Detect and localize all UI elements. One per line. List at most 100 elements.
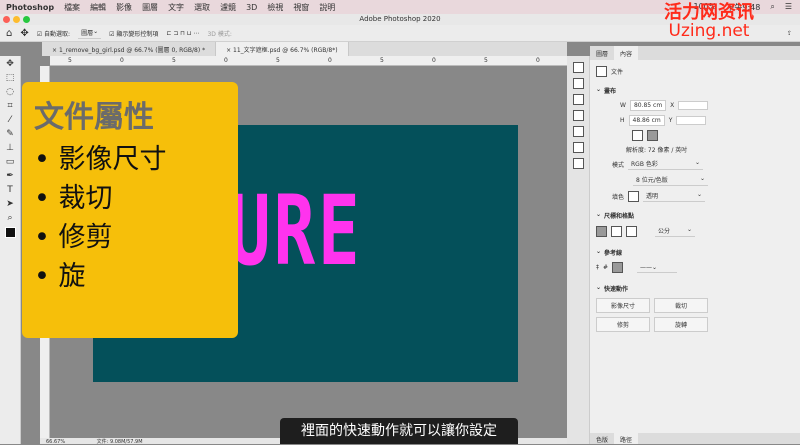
width-field[interactable]: 80.85 cm: [629, 100, 667, 111]
menu-window[interactable]: 視窗: [293, 2, 309, 13]
adjustments-icon[interactable]: [572, 94, 584, 105]
styles-icon[interactable]: [572, 158, 584, 169]
foreground-color-swatch[interactable]: [4, 227, 16, 238]
window-title: Adobe Photoshop 2020: [359, 15, 441, 23]
menu-select[interactable]: 選取: [194, 2, 210, 13]
pen-tool-icon[interactable]: ✒: [6, 171, 14, 181]
doc-size: 文件: 9.08M/57.9M: [96, 439, 143, 445]
horizontal-ruler: 5 0 5 0 5 0 5 0 5 0: [50, 56, 567, 66]
properties-panel: 圖層 內容 文件 ⌄ 畫布 W 80.85 cm X H 48.86 cm Y 解析度: …: [590, 46, 800, 444]
h-label: H: [620, 117, 625, 124]
x-label: X: [670, 102, 675, 109]
align-icons[interactable]: ⊏ ⊐ ⊓ ⊔ ⋯: [166, 30, 199, 37]
ruler-icon[interactable]: [596, 225, 607, 237]
lasso-tool-icon[interactable]: ◌: [6, 87, 14, 97]
eyedropper-tool-icon[interactable]: ⁄: [9, 115, 11, 125]
canvas-section[interactable]: ⌄ 畫布: [590, 83, 800, 98]
ruler-tick-label: 0: [224, 57, 228, 64]
show-transform-checkbox[interactable]: ☑ 顯示變形控制項: [109, 29, 158, 38]
x-field[interactable]: [678, 101, 709, 110]
lock-guides-icon[interactable]: #: [603, 264, 608, 271]
layers-icon[interactable]: [572, 78, 584, 89]
crop-tool-icon[interactable]: ⌗: [7, 101, 12, 111]
close-window-button[interactable]: [3, 16, 10, 23]
menu-app[interactable]: Photoshop: [6, 3, 54, 12]
ruler-tick-label: 0: [536, 57, 540, 64]
watermark-logo: 活力网资讯 Uzing.net: [664, 2, 754, 41]
fill-select[interactable]: 透明 ⌄: [643, 190, 706, 202]
history-icon[interactable]: [572, 62, 584, 73]
brush-tool-icon[interactable]: ✎: [6, 129, 14, 139]
tab-properties[interactable]: 內容: [614, 46, 639, 60]
menu-file[interactable]: 檔案: [64, 2, 80, 13]
gradient-tool-icon[interactable]: ▭: [6, 157, 15, 167]
card-item: • 修剪: [34, 222, 113, 253]
ruler-tick-label: 5: [484, 57, 488, 64]
panel-icon-strip: [567, 56, 590, 444]
guides-icon[interactable]: ‡: [596, 264, 599, 271]
guides-section[interactable]: ⌄ 參考線: [590, 245, 800, 260]
fill-swatch[interactable]: [628, 190, 640, 202]
menu-layer[interactable]: 圖層: [142, 2, 158, 13]
share-icon[interactable]: ⇪: [787, 30, 792, 37]
minimize-window-button[interactable]: [13, 16, 20, 23]
image-size-button[interactable]: 影像尺寸: [596, 298, 650, 313]
mode-select[interactable]: RGB 色彩 ⌄: [628, 158, 704, 170]
card-heading: 文件屬性: [34, 100, 154, 135]
layer-select[interactable]: 圖層 ⌄: [78, 27, 102, 39]
menu-edit[interactable]: 編輯: [90, 2, 106, 13]
zoom-level[interactable]: 66.67%: [46, 439, 65, 445]
menu-3d[interactable]: 3D: [246, 3, 257, 12]
marquee-tool-icon[interactable]: ⬚: [6, 73, 15, 83]
ruler-tick-label: 5: [68, 57, 72, 64]
swatches-icon[interactable]: [572, 110, 584, 121]
ruler-tick-label: 0: [328, 57, 332, 64]
menu-filter[interactable]: 濾鏡: [220, 2, 236, 13]
rotate-button[interactable]: 旋轉: [654, 317, 708, 332]
channels-icon[interactable]: [572, 142, 584, 153]
search-icon[interactable]: ⌕: [770, 2, 774, 13]
maximize-window-button[interactable]: [23, 16, 30, 23]
w-label: W: [620, 102, 626, 109]
height-field[interactable]: 48.86 cm: [628, 115, 665, 126]
move-tool-icon[interactable]: ✥: [6, 59, 14, 69]
smart-guides-icon[interactable]: [612, 262, 624, 273]
tab-text-mask[interactable]: × 11_文字遮框.psd @ 66.7% (RGB/8*): [216, 42, 349, 56]
y-field[interactable]: [676, 116, 707, 125]
grid-icon[interactable]: [611, 225, 622, 237]
portrait-icon[interactable]: [632, 130, 643, 141]
zoom-tool-icon[interactable]: ⌕: [7, 213, 12, 223]
ruler-tick-label: 5: [172, 57, 176, 64]
type-tool-icon[interactable]: T: [7, 185, 13, 195]
tab-remove-bg-girl[interactable]: × 1_remove_bg_girl.psd @ 66.7% (圖層 0, RG…: [42, 42, 217, 56]
menu-help[interactable]: 說明: [319, 2, 335, 13]
ruler-tick-label: 5: [276, 57, 280, 64]
doc-label: 文件: [611, 69, 624, 76]
tab-channels[interactable]: 色版: [590, 433, 614, 444]
menu-image[interactable]: 影像: [116, 2, 132, 13]
grid-icon[interactable]: [572, 126, 584, 137]
landscape-icon[interactable]: [647, 130, 658, 141]
menu-type[interactable]: 文字: [168, 2, 184, 13]
crop-button[interactable]: 裁切: [654, 298, 708, 313]
trim-button[interactable]: 修剪: [596, 317, 650, 332]
rulers-grid-section[interactable]: ⌄ 尺標和格點: [590, 208, 800, 223]
guide-style-select[interactable]: ——⌄: [637, 263, 678, 273]
stamp-tool-icon[interactable]: ⊥: [6, 143, 14, 153]
home-icon[interactable]: ⌂: [6, 28, 12, 39]
tab-layers[interactable]: 圖層: [590, 46, 614, 60]
bit-depth-select[interactable]: 8 位元/色版 ⌄: [633, 174, 708, 186]
y-label: Y: [668, 117, 673, 124]
path-select-tool-icon[interactable]: ➤: [6, 199, 14, 209]
subtitle-caption: 裡面的快速動作就可以讓你設定: [280, 418, 518, 444]
auto-select-checkbox[interactable]: ☑ 自動選取:: [37, 29, 70, 38]
pixel-grid-icon[interactable]: [626, 225, 637, 237]
units-select[interactable]: 公分 ⌄: [655, 225, 695, 237]
ruler-tick-label: 0: [432, 57, 436, 64]
ruler-tick-label: 5: [380, 57, 384, 64]
menu-view[interactable]: 檢視: [267, 2, 283, 13]
tab-paths[interactable]: 路徑: [614, 433, 639, 444]
quick-actions-section[interactable]: ⌄ 快速動作: [590, 281, 800, 296]
move-tool-icon[interactable]: ✥: [20, 28, 28, 39]
list-icon[interactable]: ☰: [785, 2, 792, 13]
